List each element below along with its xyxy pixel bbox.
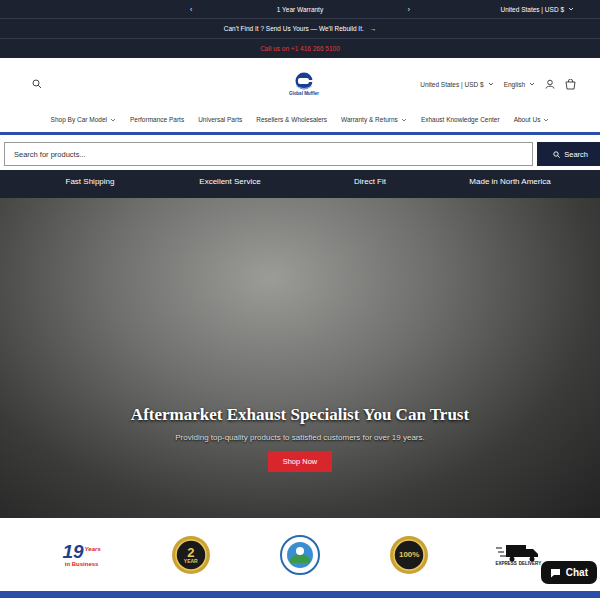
nav-item[interactable]: Shop By Car Model [51, 116, 116, 123]
badge-text: DELIVERY [519, 562, 541, 567]
search-button-label: Search [564, 150, 588, 159]
badge-text: 100% [399, 551, 419, 559]
trust-badge [275, 533, 325, 577]
feature-label: Excellent Service [160, 174, 300, 186]
bottom-strip [0, 591, 600, 598]
nav-label: Universal Parts [198, 116, 242, 123]
nav-label: Shop By Car Model [51, 116, 107, 123]
chevron-down-icon [110, 118, 116, 122]
chevron-down-icon [488, 82, 494, 86]
badge-text: 2 [187, 546, 194, 559]
hero-banner: Aftermarket Exhaust Specialist You Can T… [0, 198, 600, 518]
features-strip: Fast ShippingExcellent ServiceDirect Fit… [0, 170, 600, 198]
promo-arrow: → [370, 25, 377, 32]
country-label: United States | USD $ [501, 6, 564, 13]
promo-bar[interactable]: Can't Find It ? Send Us Yours — We'll Re… [0, 18, 600, 38]
nav-item[interactable]: Resellers & Wholesalers [256, 116, 327, 123]
chevron-down-icon [568, 7, 574, 11]
search-input[interactable] [4, 142, 533, 166]
chevron-down-icon [543, 118, 549, 122]
badge-text: Years [85, 546, 101, 552]
nav-label: About Us [514, 116, 541, 123]
trust-badge: 2YEAR [166, 533, 216, 577]
badge-text: EXPRESS [496, 562, 517, 567]
call-text[interactable]: Call us on +1 416 266 5100 [260, 45, 340, 52]
hero-subtitle: Providing top-quality products to satisf… [175, 433, 424, 442]
trust-badge: 100% [384, 533, 434, 577]
country-dropdown[interactable]: United States | USD $ [420, 81, 493, 88]
feature-label: Direct Fit [300, 174, 440, 186]
nav-label: Resellers & Wholesalers [256, 116, 327, 123]
trust-badges: 19Years in Business 2YEAR 100% EXPRESSDELIVE… [0, 518, 600, 591]
chat-bubble-icon [550, 568, 561, 578]
badge-text: in Business [65, 561, 99, 567]
logo-text: Global Muffler [289, 91, 319, 96]
feature-label: Made in North America [440, 174, 580, 186]
site-header: Global Muffler United States | USD $ Engli… [0, 58, 600, 110]
promo-text: Can't Find It ? Send Us Yours — We'll Re… [224, 25, 364, 32]
delivery-truck-icon [496, 542, 540, 562]
chat-label: Chat [566, 567, 588, 578]
trust-badge: 19Years in Business [57, 533, 107, 577]
user-icon[interactable] [545, 79, 555, 89]
trust-badge: EXPRESSDELIVERY [493, 533, 543, 577]
feature-label: Fast Shipping [20, 174, 160, 186]
next-button[interactable]: › [408, 6, 410, 13]
country-selector[interactable]: United States | USD $ [410, 6, 600, 13]
badge-text: 19 [62, 542, 83, 561]
announcement-bar: ‹ 1 Year Warranty › United States | USD $ [0, 0, 600, 18]
muffler-logo-icon [293, 72, 315, 90]
call-bar: Call us on +1 416 266 5100 [0, 38, 600, 58]
cart-icon[interactable] [565, 79, 576, 90]
nav-item[interactable]: Performance Parts [130, 116, 184, 123]
search-button[interactable]: Search [537, 142, 600, 166]
search-icon [32, 79, 42, 89]
epa-seal-icon [280, 535, 320, 575]
chevron-down-icon [401, 118, 407, 122]
nav-item[interactable]: Exhaust Knowledge Center [421, 116, 500, 123]
chat-button[interactable]: Chat [541, 561, 597, 584]
nav-item[interactable]: Universal Parts [198, 116, 242, 123]
country-label: United States | USD $ [420, 81, 483, 88]
nav-label: Exhaust Knowledge Center [421, 116, 500, 123]
chevron-down-icon [529, 82, 535, 86]
badge-text: YEAR [184, 559, 198, 564]
nav-label: Performance Parts [130, 116, 184, 123]
search-row: Search [0, 135, 600, 170]
prev-button[interactable]: ‹ [190, 6, 192, 13]
nav-item[interactable]: About Us [514, 116, 550, 123]
main-nav: Shop By Car Model Performance Parts Univer… [0, 110, 600, 135]
language-dropdown[interactable]: English [504, 81, 535, 88]
search-icon [553, 151, 560, 158]
hero-title: Aftermarket Exhaust Specialist You Can T… [131, 405, 469, 425]
nav-label: Warranty & Returns [341, 116, 398, 123]
shop-now-button[interactable]: Shop Now [268, 451, 333, 472]
nav-item[interactable]: Warranty & Returns [341, 116, 407, 123]
logo[interactable]: Global Muffler [289, 72, 319, 96]
announcement-carousel: ‹ 1 Year Warranty › [190, 6, 410, 13]
announcement-text: 1 Year Warranty [277, 6, 323, 13]
language-label: English [504, 81, 525, 88]
header-tools: United States | USD $ English [319, 79, 576, 90]
